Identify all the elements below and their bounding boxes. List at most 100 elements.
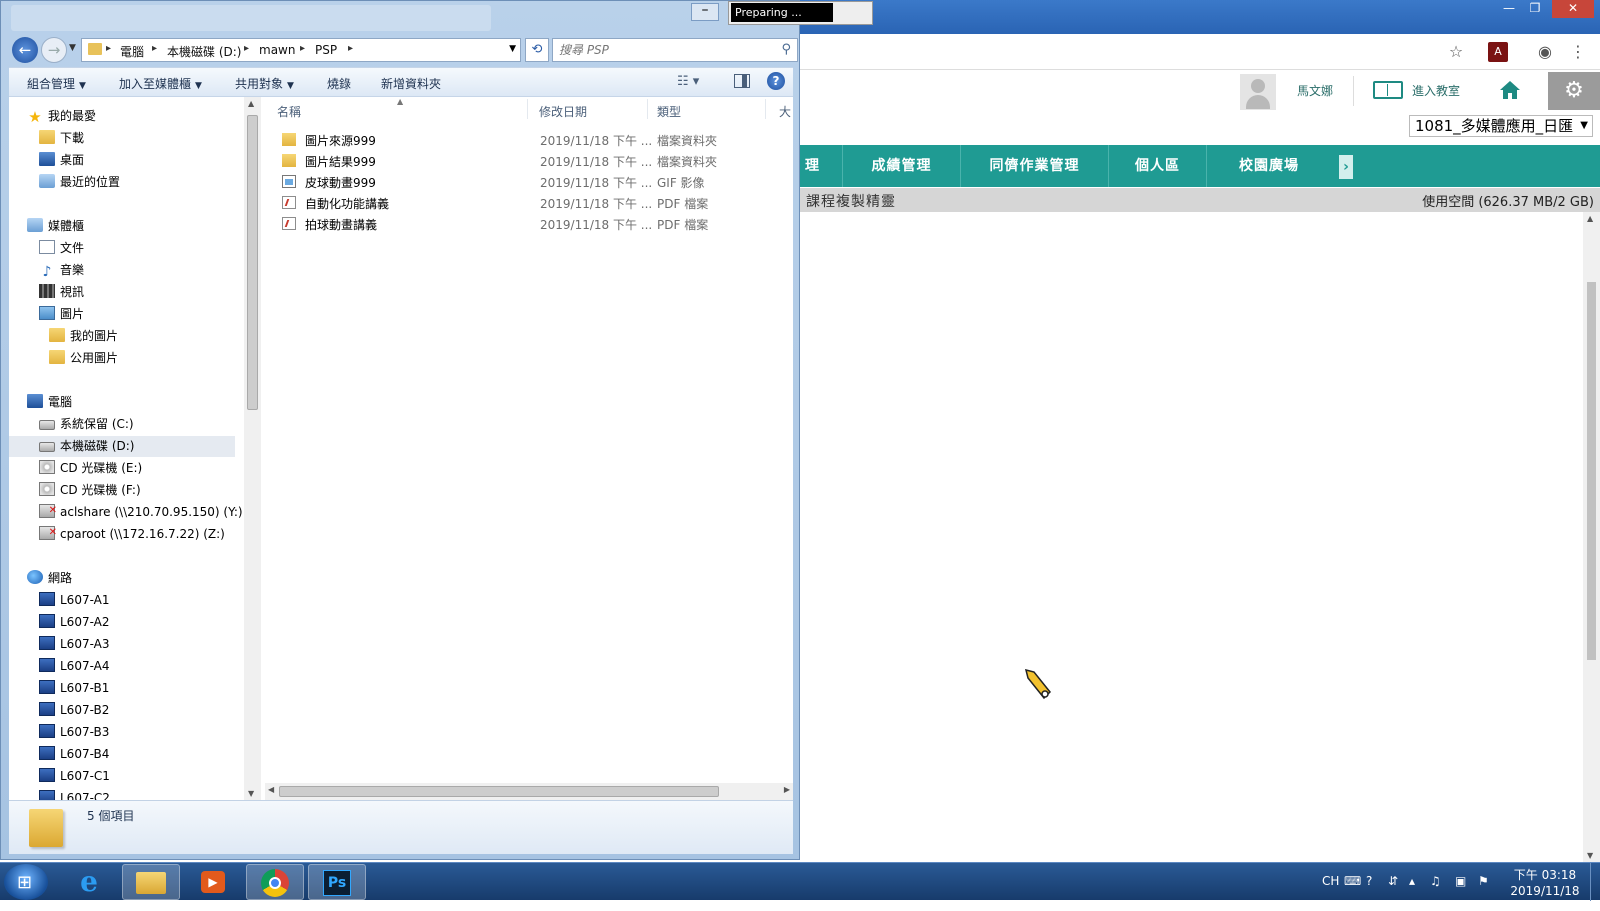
- back-button[interactable]: ←: [12, 37, 38, 63]
- show-hidden-icons-icon[interactable]: ▴: [1409, 874, 1415, 888]
- scroll-down-icon[interactable]: ▼: [1587, 851, 1593, 860]
- file-row[interactable]: 圖片結果999 2019/11/18 下午 ... 檔案資料夾: [275, 150, 785, 171]
- tree-item-drive-c[interactable]: 系統保留 (C:): [39, 414, 134, 435]
- start-button[interactable]: ⊞: [4, 864, 48, 900]
- history-dropdown-icon[interactable]: ▼: [69, 43, 76, 53]
- scrollbar-thumb[interactable]: [1587, 282, 1596, 660]
- tree-item-desktop[interactable]: 桌面: [39, 150, 84, 171]
- file-row[interactable]: 自動化功能講義 2019/11/18 下午 ... PDF 檔案: [275, 192, 785, 213]
- home-button[interactable]: [1490, 72, 1530, 110]
- tree-item-music[interactable]: ♪ 音樂: [39, 260, 84, 281]
- scroll-up-icon[interactable]: ▲: [248, 99, 254, 108]
- navigation-scrollbar[interactable]: ▲ ▼: [244, 97, 261, 800]
- chevron-right-icon[interactable]: ▸: [244, 43, 249, 54]
- column-divider[interactable]: [647, 99, 648, 119]
- file-explorer-icon[interactable]: [122, 864, 180, 900]
- nav-item-grades[interactable]: 成績管理: [843, 145, 961, 187]
- adobe-pdf-icon[interactable]: A: [1488, 42, 1508, 62]
- refresh-button[interactable]: ⟲: [525, 38, 549, 62]
- kebab-menu-icon[interactable]: ⋮: [1568, 42, 1588, 62]
- input-language[interactable]: CH: [1322, 874, 1339, 888]
- course-select[interactable]: 1081_多媒體應用_日匯 ▼: [1409, 115, 1593, 137]
- tree-item-host[interactable]: L607-A4: [39, 656, 110, 677]
- tree-item-recent[interactable]: 最近的位置: [39, 172, 120, 193]
- new-folder-button[interactable]: 新增資料夾: [381, 75, 441, 92]
- tree-item-host[interactable]: L607-B4: [39, 744, 109, 765]
- search-icon[interactable]: ⚲: [781, 42, 791, 57]
- horizontal-scrollbar[interactable]: ◀ ▶: [265, 783, 793, 800]
- scrollbar-thumb[interactable]: [279, 786, 719, 797]
- minimize-icon[interactable]: —: [1496, 0, 1522, 18]
- show-desktop-button[interactable]: [1590, 863, 1600, 901]
- clock[interactable]: 下午 03:18 2019/11/18: [1508, 867, 1582, 899]
- column-header-size[interactable]: 大: [779, 103, 791, 120]
- tree-item-computer[interactable]: 電腦: [27, 392, 72, 413]
- breadcrumb-drive-d[interactable]: 本機磁碟 (D:): [167, 43, 241, 60]
- nav-more-button[interactable]: ›: [1339, 155, 1353, 179]
- preview-pane-icon[interactable]: [734, 74, 750, 88]
- address-bar[interactable]: ▸ 電腦 ▸ 本機磁碟 (D:) ▸ mawn ▸ PSP ▸ ▼: [81, 38, 521, 62]
- ime-options-icon[interactable]: ⇵: [1388, 874, 1398, 888]
- chevron-right-icon[interactable]: ▸: [152, 43, 157, 54]
- close-icon[interactable]: ✕: [1552, 0, 1594, 18]
- include-in-library-button[interactable]: 加入至媒體櫃 ▼: [119, 75, 202, 92]
- breadcrumb-mawn[interactable]: mawn: [259, 43, 295, 57]
- action-center-icon[interactable]: ⚑: [1478, 874, 1489, 888]
- user-name[interactable]: 馬文娜: [1297, 82, 1333, 99]
- tree-item-cd-f[interactable]: CD 光碟機 (F:): [39, 480, 141, 501]
- share-with-button[interactable]: 共用對象 ▼: [235, 75, 294, 92]
- page-scrollbar[interactable]: ▲ ▼: [1583, 212, 1600, 862]
- file-row[interactable]: 拍球動畫講義 2019/11/18 下午 ... PDF 檔案: [275, 213, 785, 234]
- tree-item-network[interactable]: 網路: [27, 568, 72, 589]
- tree-item-host[interactable]: L607-C1: [39, 766, 110, 787]
- tree-item-host[interactable]: L607-B1: [39, 678, 109, 699]
- tree-item-videos[interactable]: 視訊: [39, 282, 84, 303]
- tree-item-my-pictures[interactable]: 我的圖片: [49, 326, 118, 347]
- chrome-icon[interactable]: [246, 864, 304, 900]
- tree-item-host[interactable]: L607-C2: [39, 788, 110, 800]
- network-tray-icon[interactable]: ▣: [1455, 874, 1466, 888]
- tree-item-host[interactable]: L607-A2: [39, 612, 110, 633]
- internet-explorer-icon[interactable]: e: [60, 864, 118, 900]
- nav-item-campus-plaza[interactable]: 校園廣場: [1207, 145, 1331, 187]
- tree-item-host[interactable]: L607-B2: [39, 700, 109, 721]
- tree-item-host[interactable]: L607-B3: [39, 722, 109, 743]
- help-icon[interactable]: ?: [1366, 874, 1372, 888]
- burn-button[interactable]: 燒錄: [327, 75, 351, 92]
- chevron-right-icon[interactable]: ▸: [300, 43, 305, 54]
- view-options-icon[interactable]: ☷ ▾: [677, 74, 699, 89]
- column-divider[interactable]: [765, 99, 766, 119]
- tree-item-host[interactable]: L607-A1: [39, 590, 110, 611]
- file-row[interactable]: 皮球動畫999 2019/11/18 下午 ... GIF 影像: [275, 171, 785, 192]
- column-header-type[interactable]: 類型: [657, 103, 681, 120]
- tree-item-aclshare[interactable]: aclshare (\\210.70.95.150) (Y:): [39, 500, 243, 523]
- tree-item-drive-d[interactable]: 本機磁碟 (D:): [9, 436, 235, 457]
- minimize-icon[interactable]: –: [691, 3, 719, 21]
- chevron-down-icon[interactable]: ▼: [509, 44, 516, 54]
- star-icon[interactable]: ☆: [1446, 42, 1466, 62]
- keyboard-icon[interactable]: ⌨: [1344, 874, 1361, 888]
- chevron-right-icon[interactable]: ▸: [106, 43, 111, 54]
- help-icon[interactable]: ?: [767, 72, 785, 90]
- nav-item-personal[interactable]: 個人區: [1109, 145, 1207, 187]
- forward-button[interactable]: →: [41, 37, 67, 63]
- media-player-icon[interactable]: ▶: [184, 864, 242, 900]
- scroll-right-icon[interactable]: ▶: [784, 785, 790, 794]
- tree-item-downloads[interactable]: 下載: [39, 128, 84, 149]
- restore-icon[interactable]: ❐: [1522, 0, 1548, 18]
- tree-item-favorites[interactable]: ★ 我的最愛: [27, 106, 96, 127]
- column-divider[interactable]: [527, 99, 528, 119]
- tree-item-cd-e[interactable]: CD 光碟機 (E:): [39, 458, 142, 479]
- photoshop-icon[interactable]: Ps: [308, 864, 366, 900]
- tree-item-libraries[interactable]: 媒體櫃: [27, 216, 84, 237]
- enter-classroom-link[interactable]: 進入教室: [1412, 82, 1460, 99]
- tree-item-public-pictures[interactable]: 公用圖片: [49, 348, 118, 369]
- search-input[interactable]: [559, 40, 769, 60]
- tree-item-cparoot[interactable]: cparoot (\\172.16.7.22) (Z:): [39, 522, 225, 545]
- file-row[interactable]: 圖片來源999 2019/11/18 下午 ... 檔案資料夾: [275, 129, 785, 150]
- breadcrumb-computer[interactable]: 電腦: [120, 43, 144, 60]
- scroll-down-icon[interactable]: ▼: [248, 789, 254, 798]
- volume-icon[interactable]: ♫: [1430, 874, 1441, 888]
- account-circle-icon[interactable]: ◉: [1535, 42, 1555, 62]
- classroom-icon[interactable]: [1373, 81, 1403, 99]
